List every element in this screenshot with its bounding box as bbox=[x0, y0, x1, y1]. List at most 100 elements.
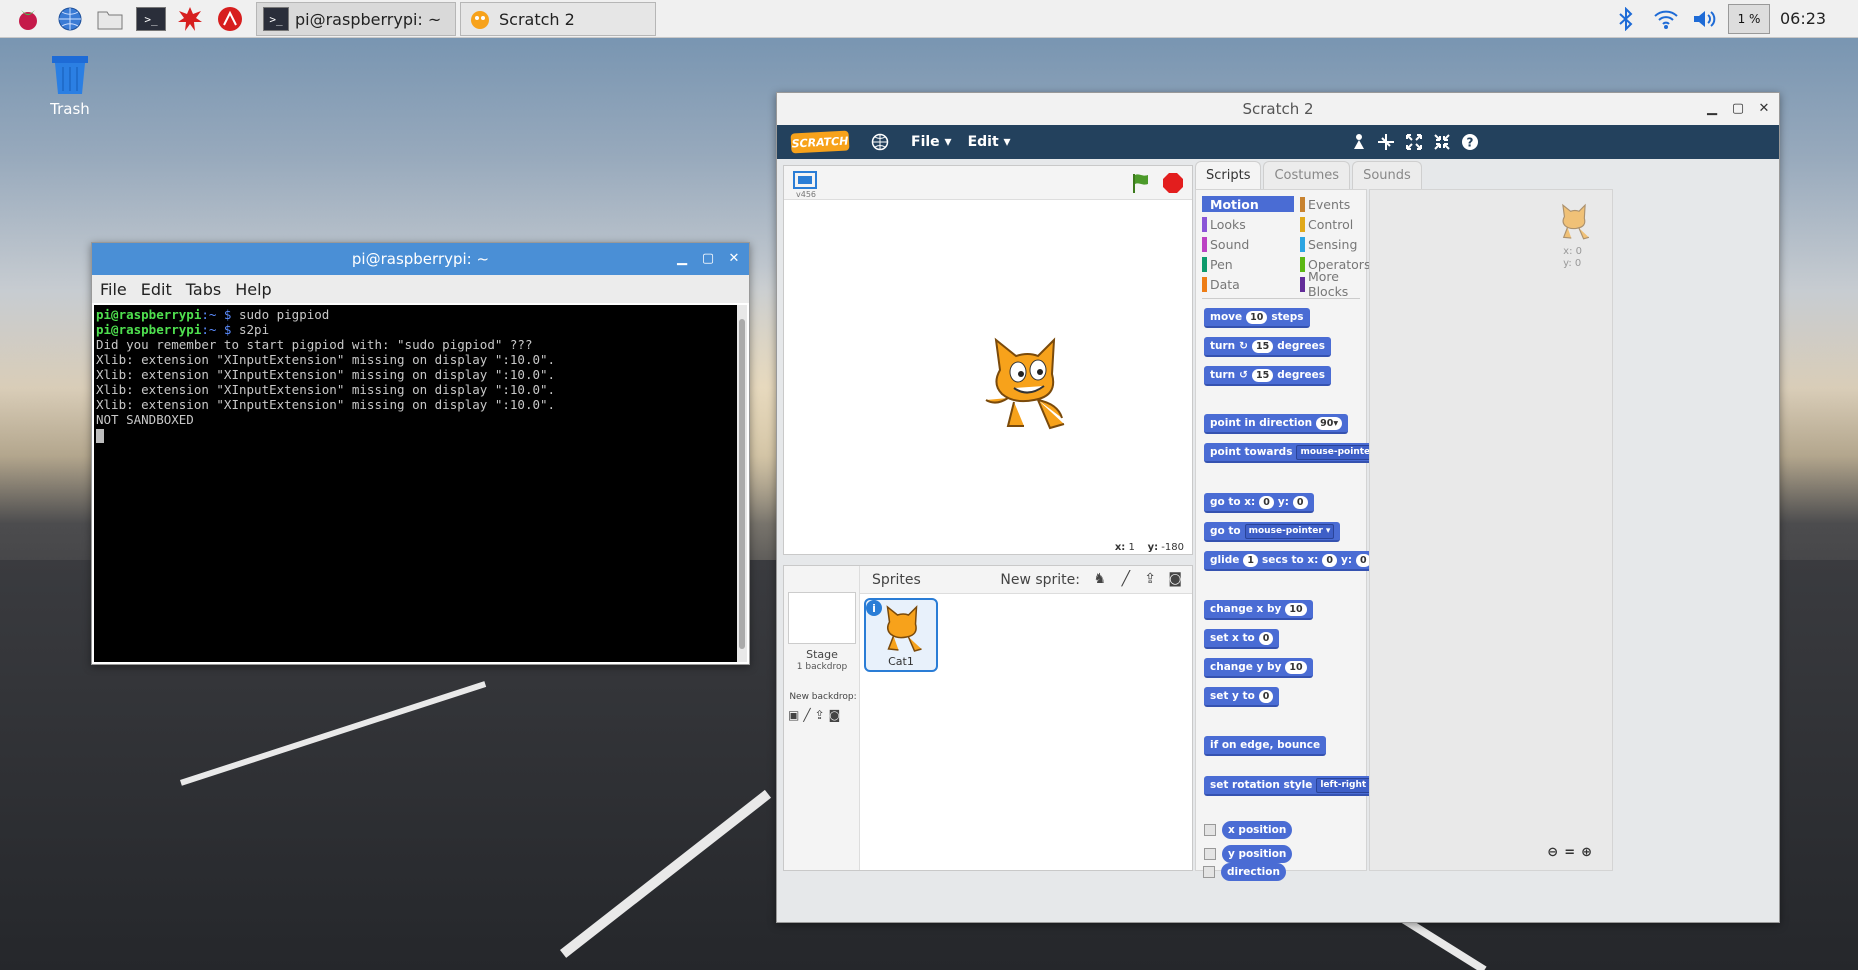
block-turn-right[interactable]: turn ↻ 15 degrees bbox=[1204, 337, 1332, 357]
cpu-monitor[interactable]: 1 % bbox=[1728, 4, 1770, 34]
paint-brush-icon[interactable]: ╱ bbox=[803, 708, 810, 722]
terminal-scrollbar[interactable] bbox=[737, 305, 747, 662]
sprites-label: Sprites bbox=[872, 572, 921, 588]
block-change-x[interactable]: change x by 10 bbox=[1204, 600, 1313, 620]
volume-icon[interactable] bbox=[1690, 5, 1718, 33]
sprite-name: Cat1 bbox=[888, 655, 914, 668]
menu-file[interactable]: File bbox=[100, 280, 127, 299]
globe-browser-icon[interactable] bbox=[56, 5, 84, 33]
folder-icon[interactable] bbox=[96, 5, 124, 33]
trash-desktop-icon[interactable]: Trash bbox=[40, 52, 100, 118]
zoom-reset-icon[interactable]: = bbox=[1564, 845, 1575, 860]
block-goto-xy[interactable]: go to x: 0 y: 0 bbox=[1204, 493, 1314, 513]
terminal-line: Xlib: extension "XInputExtension" missin… bbox=[96, 397, 556, 412]
grow-icon[interactable] bbox=[1405, 133, 1423, 151]
block-glide[interactable]: glide 1 secs to x: 0 y: 0 bbox=[1204, 551, 1377, 571]
mathematica-icon[interactable] bbox=[216, 5, 244, 33]
terminal-titlebar[interactable]: pi@raspberrypi: ~ ▁ ▢ ✕ bbox=[92, 243, 749, 275]
clock[interactable]: 06:23 bbox=[1780, 9, 1826, 28]
category-control[interactable]: Control bbox=[1300, 216, 1353, 232]
reporter-direction[interactable]: direction bbox=[1221, 863, 1286, 881]
camera-sprite-icon[interactable]: ◙ bbox=[1168, 571, 1182, 587]
duplicate-icon[interactable] bbox=[1351, 133, 1367, 151]
zoom-out-icon[interactable]: ⊖ bbox=[1547, 845, 1558, 860]
block-set-x[interactable]: set x to 0 bbox=[1204, 629, 1280, 649]
shrink-icon[interactable] bbox=[1433, 133, 1451, 151]
bluetooth-icon[interactable] bbox=[1612, 5, 1640, 33]
terminal-launcher-icon[interactable]: >_ bbox=[136, 7, 166, 31]
scripts-area[interactable]: x: 0 y: 0 ⊖ = ⊕ bbox=[1369, 189, 1613, 871]
tab-scripts[interactable]: Scripts bbox=[1195, 161, 1262, 189]
sprites-header: Sprites New sprite: ♞ ╱ ⇪ ◙ bbox=[860, 566, 1192, 594]
cat-sprite[interactable] bbox=[978, 334, 1072, 434]
block-turn-left[interactable]: turn ↺ 15 degrees bbox=[1204, 366, 1332, 386]
category-motion[interactable]: Motion bbox=[1202, 196, 1294, 212]
language-globe-icon[interactable] bbox=[871, 133, 889, 151]
terminal-output[interactable]: pi@raspberrypi:~ $ sudo pigpiod pi@raspb… bbox=[94, 305, 737, 662]
close-icon[interactable]: ✕ bbox=[725, 247, 743, 269]
checkbox-y-position[interactable] bbox=[1204, 848, 1216, 860]
category-more-blocks[interactable]: More Blocks bbox=[1300, 269, 1366, 299]
terminal-menubar: File Edit Tabs Help bbox=[92, 275, 749, 303]
scratch-editor: v456 x: 1 y: -180 Stage 1 backdrop New b… bbox=[777, 159, 1779, 922]
category-looks[interactable]: Looks bbox=[1202, 216, 1246, 232]
category-events[interactable]: Events bbox=[1300, 196, 1350, 212]
maximize-icon[interactable]: ▢ bbox=[1729, 97, 1747, 119]
raspberry-menu-icon[interactable] bbox=[14, 5, 42, 33]
taskbar-app-terminal[interactable]: >_ pi@raspberrypi: ~ bbox=[256, 2, 456, 36]
menu-edit[interactable]: Edit bbox=[141, 280, 172, 299]
image-library-icon[interactable]: ▣ bbox=[788, 708, 799, 722]
taskbar-app-scratch[interactable]: Scratch 2 bbox=[460, 2, 656, 36]
terminal-window: pi@raspberrypi: ~ ▁ ▢ ✕ File Edit Tabs H… bbox=[91, 242, 750, 665]
paint-new-sprite-icon[interactable]: ╱ bbox=[1122, 571, 1130, 587]
maximize-icon[interactable]: ▢ bbox=[699, 247, 717, 269]
block-bounce[interactable]: if on edge, bounce bbox=[1204, 736, 1327, 756]
reporter-y-position[interactable]: y position bbox=[1222, 845, 1293, 863]
menu-file[interactable]: File ▾ bbox=[911, 134, 952, 150]
menu-help[interactable]: Help bbox=[235, 280, 271, 299]
category-data[interactable]: Data bbox=[1202, 276, 1240, 292]
checkbox-direction[interactable] bbox=[1203, 866, 1215, 878]
block-rotation-style[interactable]: set rotation style left-right ▾ bbox=[1204, 776, 1384, 796]
block-move-steps[interactable]: move 10 steps bbox=[1204, 308, 1310, 328]
menu-tabs[interactable]: Tabs bbox=[186, 280, 221, 299]
sprite-library-icon[interactable]: ♞ bbox=[1093, 571, 1106, 587]
scratch-titlebar[interactable]: Scratch 2 ▁ ▢ ✕ bbox=[777, 93, 1779, 125]
zoom-in-icon[interactable]: ⊕ bbox=[1581, 845, 1592, 860]
close-icon[interactable]: ✕ bbox=[1755, 97, 1773, 119]
block-set-y[interactable]: set y to 0 bbox=[1204, 687, 1280, 707]
upload-icon[interactable]: ⇪ bbox=[815, 708, 825, 722]
block-point-towards[interactable]: point towards mouse-pointer ▾ bbox=[1204, 443, 1393, 463]
wolfram-icon[interactable] bbox=[176, 5, 204, 33]
taskbar: >_ >_ pi@raspberrypi: ~ Scratch 2 1 % 06… bbox=[0, 0, 1858, 38]
block-point-direction[interactable]: point in direction 90▾ bbox=[1204, 414, 1349, 434]
scratch-menubar: SCRATCH File ▾ Edit ▾ ? bbox=[777, 125, 1779, 159]
delete-cut-icon[interactable] bbox=[1377, 133, 1395, 151]
camera-icon[interactable]: ◙ bbox=[829, 708, 841, 722]
sprite-position-readout: x: 0 y: 0 bbox=[1563, 246, 1582, 269]
checkbox-x-position[interactable] bbox=[1204, 824, 1216, 836]
category-sensing[interactable]: Sensing bbox=[1300, 236, 1357, 252]
tab-costumes[interactable]: Costumes bbox=[1263, 161, 1351, 189]
terminal-line: pi@raspberrypi:~ $ sudo pigpiod bbox=[96, 307, 330, 322]
scratch-logo[interactable]: SCRATCH bbox=[790, 130, 850, 154]
stage-canvas[interactable] bbox=[784, 200, 1192, 538]
window-title: pi@raspberrypi: ~ bbox=[351, 250, 490, 268]
minimize-icon[interactable]: ▁ bbox=[1703, 97, 1721, 119]
stage-thumbnail[interactable] bbox=[788, 592, 856, 644]
sprite-tile-cat1[interactable]: i Cat1 bbox=[864, 598, 938, 672]
minimize-icon[interactable]: ▁ bbox=[673, 247, 691, 269]
green-flag-icon[interactable] bbox=[1130, 172, 1152, 194]
upload-sprite-icon[interactable]: ⇪ bbox=[1144, 571, 1156, 587]
block-change-y[interactable]: change y by 10 bbox=[1204, 658, 1313, 678]
menu-edit[interactable]: Edit ▾ bbox=[968, 134, 1011, 150]
reporter-x-position[interactable]: x position bbox=[1222, 821, 1293, 839]
wifi-icon[interactable] bbox=[1652, 5, 1680, 33]
stop-sign-icon[interactable] bbox=[1162, 172, 1184, 194]
presentation-mode-icon[interactable] bbox=[792, 170, 818, 190]
category-pen[interactable]: Pen bbox=[1202, 256, 1233, 272]
help-icon[interactable]: ? bbox=[1461, 133, 1479, 151]
category-sound[interactable]: Sound bbox=[1202, 236, 1249, 252]
tab-sounds[interactable]: Sounds bbox=[1352, 161, 1422, 189]
block-goto[interactable]: go to mouse-pointer ▾ bbox=[1204, 522, 1341, 542]
